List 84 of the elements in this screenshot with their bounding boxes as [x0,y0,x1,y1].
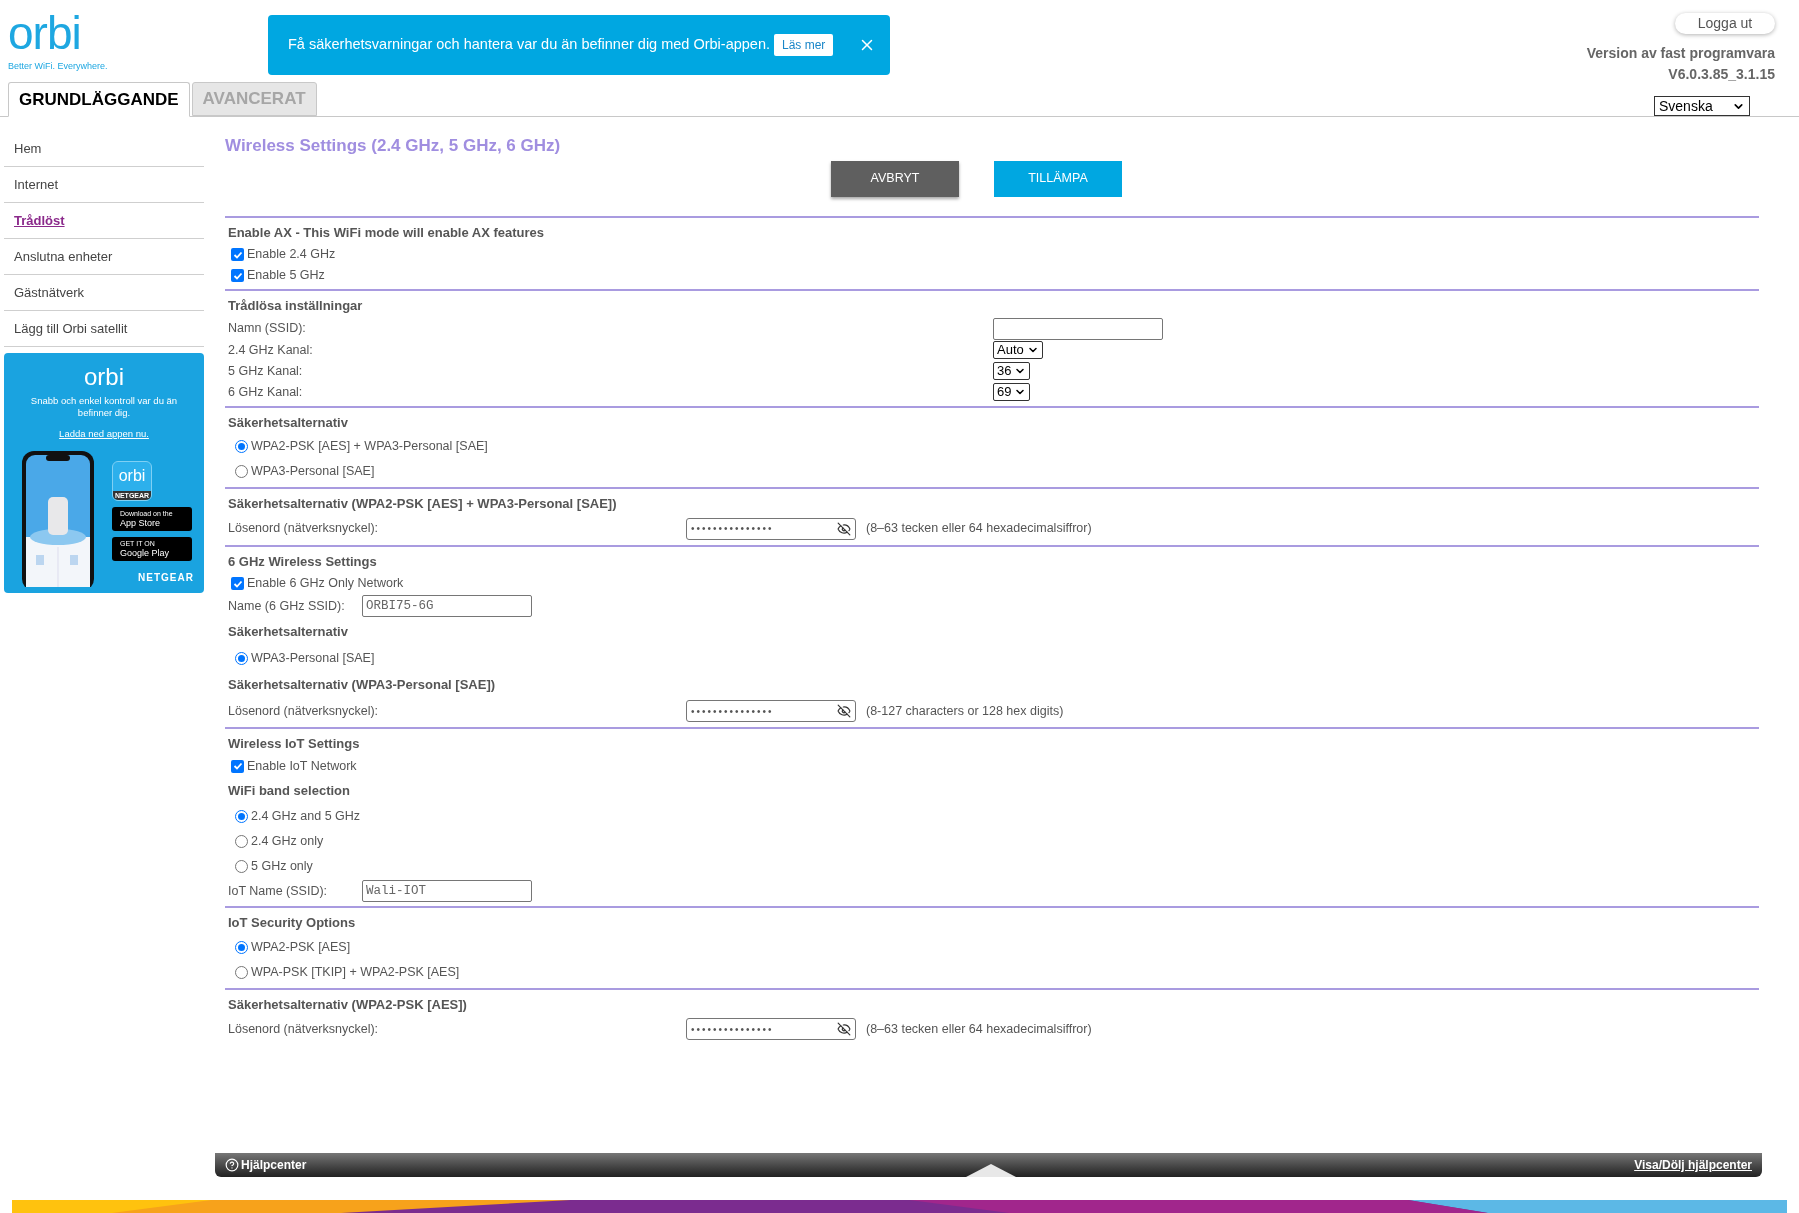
password-label: Lösenord (nätverksnyckel): [228,520,380,538]
sidebar-item[interactable]: Internet [14,174,59,195]
tab[interactable]: GRUNDLÄGGANDE [8,82,190,117]
checkbox-label: Enable 2.4 GHz [247,246,336,264]
ssid-input[interactable]: ORBI75-6G [362,595,532,617]
radio-label: 2.4 GHz and 5 GHz [251,808,361,826]
section-heading: 6 GHz Wireless Settings [227,552,377,571]
password-hint: (8–63 tecken eller 64 hexadecimalsiffror) [866,520,1092,538]
subheading: Säkerhetsalternativ [227,623,348,641]
section-heading: Säkerhetsalternativ (WPA2-PSK [AES]) [227,995,467,1014]
radio-label: 2.4 GHz only [251,833,324,851]
language-select[interactable]: Svenska [1654,96,1750,116]
password-input[interactable]: ••••••••••••••• [686,1018,856,1040]
help-title: Hjälpcenter [241,1157,307,1174]
channel-select[interactable]: 36 [993,362,1031,380]
checkbox-label: Enable 5 GHz [247,267,325,285]
password-input[interactable]: ••••••••••••••• [686,700,856,722]
section-heading: Enable AX - This WiFi mode will enable AX features [227,223,545,242]
channel-select[interactable]: Auto [993,341,1043,359]
logo-tagline: Better WiFi. Everywhere. [8,60,108,73]
radio-button[interactable] [235,940,248,954]
password-hint: (8–63 tecken eller 64 hexadecimalsiffror) [866,1020,1092,1038]
password-input[interactable]: ••••••••••••••• [686,517,856,540]
radio-button[interactable] [235,860,248,873]
eye-icon[interactable] [837,521,851,536]
help-icon [225,1158,239,1172]
password-hint: (8-127 characters or 128 hex digits) [866,702,1064,720]
channel-select[interactable]: 69 [993,383,1031,401]
firmware-label: Version av fast programvara [1586,44,1775,63]
ssid-input[interactable]: Wali-IOT [362,880,532,902]
checkbox[interactable] [231,759,244,773]
sidebar-item[interactable]: Hem [14,138,42,159]
subheading: WiFi band selection [227,781,350,800]
sidebar-item[interactable]: Lägg till Orbi satellit [14,318,128,339]
password-label: Lösenord (nätverksnyckel): [228,702,380,720]
banner-message: Få säkerhetsvarningar och hantera var du än befinner dig med Orbi-appen. [288,35,770,55]
section-heading: Trådlösa inställningar [227,297,363,315]
radio-button[interactable] [235,651,248,665]
ssid-input[interactable] [993,317,1163,340]
checkbox[interactable] [231,577,244,590]
field-label: 6 GHz Kanal: [228,383,304,401]
sidebar-item[interactable]: Anslutna enheter [14,246,113,267]
field-label: Namn (SSID): [228,320,307,338]
promo-logo: orbi [84,365,124,389]
sidebar-item[interactable]: Gästnätverk [14,282,85,303]
eye-icon[interactable] [837,1022,851,1036]
radio-button[interactable] [235,465,248,478]
radio-label: 5 GHz only [251,858,313,876]
expand-arrow-icon[interactable] [966,1163,1016,1177]
radio-label: WPA2-PSK [AES] [251,938,351,956]
radio-label: WPA-PSK [TKIP] + WPA2-PSK [AES] [251,963,460,981]
checkbox[interactable] [231,269,244,282]
help-toggle-link[interactable]: Visa/Dölj hjälpcenter [1634,1156,1752,1174]
eye-icon[interactable] [837,704,851,718]
field-label: 2.4 GHz Kanal: [228,341,314,359]
field-label: Name (6 GHz SSID): [228,597,346,615]
radio-button[interactable] [235,440,248,453]
promo-brand: NETGEAR [138,571,194,585]
cancel-button[interactable]: AVBRYT [831,160,959,197]
read-more-button[interactable]: Läs mer [774,34,834,56]
radio-button[interactable] [235,810,248,823]
checkbox[interactable] [231,248,244,261]
radio-label: WPA3-Personal [SAE] [251,463,375,481]
password-label: Lösenord (nätverksnyckel): [228,1020,380,1038]
section-heading: Wireless IoT Settings [227,735,360,753]
section-heading: IoT Security Options [227,914,356,932]
promo-text: Snabb och enkel kontroll var du än befinner dig. [29,395,179,419]
field-label: IoT Name (SSID): [228,882,329,900]
field-label: 5 GHz Kanal: [228,362,304,380]
radio-button[interactable] [235,965,248,979]
radio-label: WPA3-Personal [SAE] [251,649,375,667]
checkbox-label: Enable IoT Network [247,757,357,775]
radio-button[interactable] [235,835,248,848]
logout-button[interactable]: Logga ut [1675,13,1775,34]
firmware-version: V6.0.3.85_3.1.15 [1668,65,1775,84]
section-heading: Säkerhetsalternativ (WPA2-PSK [AES] + WPA3-Personal [SAE]) [227,495,617,513]
logo-wordmark: orbi [8,10,81,56]
checkbox-label: Enable 6 GHz Only Network [247,575,404,593]
sidebar-item[interactable]: Trådlöst [14,210,65,231]
subheading: Säkerhetsalternativ (WPA3-Personal [SAE]) [227,675,496,694]
radio-label: WPA2-PSK [AES] + WPA3-Personal [SAE] [251,438,488,456]
section-heading: Säkerhetsalternativ [227,413,348,432]
page-title: Wireless Settings (2.4 GHz, 5 GHz, 6 GHz) [225,135,561,157]
app-icon-logo: orbi [118,467,146,486]
